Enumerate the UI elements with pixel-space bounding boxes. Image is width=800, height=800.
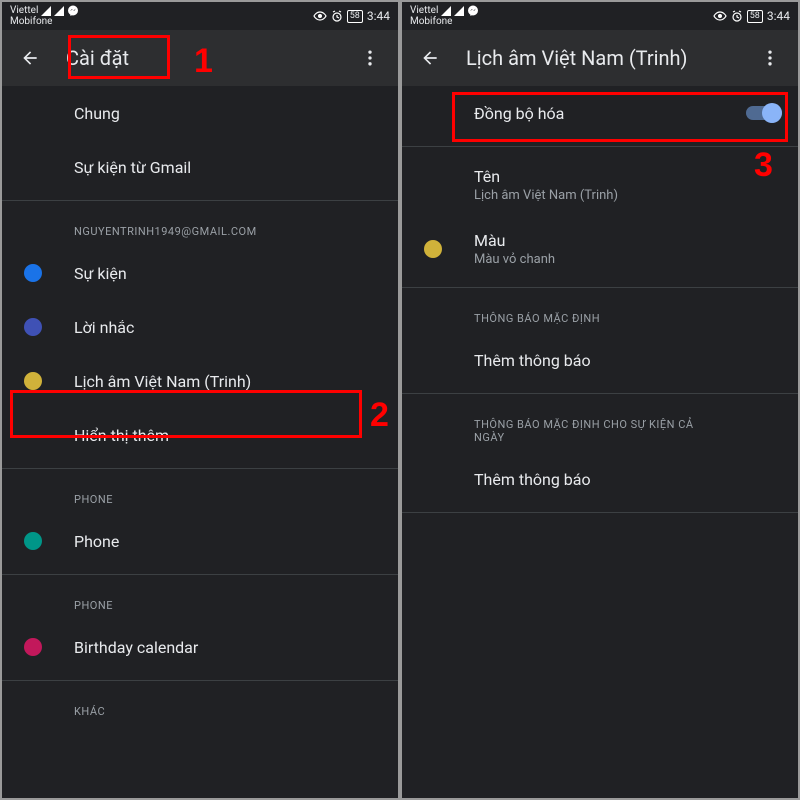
item-label: Birthday calendar [74, 638, 382, 657]
item-label: Thêm thông báo [474, 351, 782, 370]
divider [2, 680, 398, 681]
section-header-phone: PHONE [2, 475, 398, 514]
section-header-account: NGUYENTRINH1949@GMAIL.COM [2, 207, 398, 246]
item-sync[interactable]: Đồng bộ hóa [402, 86, 798, 140]
messenger-icon [467, 5, 479, 17]
item-events[interactable]: Sự kiện [2, 246, 398, 300]
alarm-icon [331, 10, 343, 22]
more-button[interactable] [750, 38, 790, 78]
clock-label: 3:44 [367, 9, 390, 23]
divider [402, 146, 798, 147]
battery-icon: 58 [747, 10, 763, 23]
right-screenshot: Viettel Mobifone 58 3:44 [402, 2, 798, 798]
item-label: Màu [474, 231, 782, 250]
status-bar: Viettel Mobifone 58 3:44 [2, 2, 398, 30]
battery-icon: 58 [347, 10, 363, 23]
item-label: Lời nhắc [74, 318, 382, 337]
item-name[interactable]: Tên Lịch âm Việt Nam (Trinh) [402, 153, 798, 217]
item-birthday-calendar[interactable]: Birthday calendar [2, 620, 398, 674]
messenger-icon [67, 5, 79, 17]
left-screenshot: Viettel Mobifone 58 3:44 [2, 2, 398, 798]
app-bar: Cài đặt [2, 30, 398, 86]
item-gmail-events[interactable]: Sự kiện từ Gmail [2, 140, 398, 194]
settings-list: Chung Sự kiện từ Gmail NGUYENTRINH1949@G… [2, 86, 398, 798]
item-label: Sự kiện [74, 264, 382, 283]
sync-toggle[interactable] [746, 103, 782, 123]
item-sublabel: Lịch âm Việt Nam (Trinh) [474, 188, 782, 203]
carrier-label: Viettel [410, 6, 438, 16]
section-header-allday-notif: THÔNG BÁO MẶC ĐỊNH CHO SỰ KIỆN CẢ NGÀY [402, 400, 798, 452]
signal-icon [454, 6, 464, 16]
item-label: Chung [74, 104, 382, 123]
item-vietnam-lunar[interactable]: Lịch âm Việt Nam (Trinh) [2, 354, 398, 408]
divider [2, 574, 398, 575]
item-add-notification[interactable]: Thêm thông báo [402, 333, 798, 387]
signal-icon [441, 6, 451, 16]
status-bar: Viettel Mobifone 58 3:44 [402, 2, 798, 30]
carrier-label-2: Mobifone [10, 17, 53, 27]
calendar-settings-list: Đồng bộ hóa Tên Lịch âm Việt Nam (Trinh)… [402, 86, 798, 798]
divider [402, 287, 798, 288]
back-button[interactable] [410, 38, 450, 78]
page-title: Lịch âm Việt Nam (Trinh) [466, 46, 734, 70]
color-dot [24, 372, 42, 390]
item-label: Thêm thông báo [474, 470, 782, 489]
page-title: Cài đặt [66, 46, 334, 70]
signal-icon [41, 6, 51, 16]
item-phone-calendar[interactable]: Phone [2, 514, 398, 568]
app-bar: Lịch âm Việt Nam (Trinh) [402, 30, 798, 86]
signal-icon [54, 6, 64, 16]
item-show-more[interactable]: Hiển thị thêm [2, 408, 398, 462]
carrier-label-2: Mobifone [410, 17, 453, 27]
item-label: Sự kiện từ Gmail [74, 158, 382, 177]
color-dot [24, 264, 42, 282]
more-button[interactable] [350, 38, 390, 78]
color-dot [424, 240, 442, 258]
divider [2, 200, 398, 201]
eye-icon [313, 11, 327, 21]
section-header-default-notif: THÔNG BÁO MẶC ĐỊNH [402, 294, 798, 333]
color-dot [24, 318, 42, 336]
divider [402, 512, 798, 513]
item-label: Hiển thị thêm [74, 426, 382, 445]
item-add-notification-allday[interactable]: Thêm thông báo [402, 452, 798, 506]
back-button[interactable] [10, 38, 50, 78]
item-reminders[interactable]: Lời nhắc [2, 300, 398, 354]
item-label: Tên [474, 167, 782, 186]
eye-icon [713, 11, 727, 21]
item-label: Phone [74, 532, 382, 551]
carrier-label: Viettel [10, 6, 38, 16]
clock-label: 3:44 [767, 9, 790, 23]
section-header-phone-2: PHONE [2, 581, 398, 620]
item-label: Đồng bộ hóa [474, 104, 746, 123]
item-label: Lịch âm Việt Nam (Trinh) [74, 372, 382, 391]
alarm-icon [731, 10, 743, 22]
section-header-other: KHÁC [2, 687, 398, 726]
item-color[interactable]: Màu Màu vỏ chanh [402, 217, 798, 281]
divider [2, 468, 398, 469]
item-general[interactable]: Chung [2, 86, 398, 140]
color-dot [24, 638, 42, 656]
color-dot [24, 532, 42, 550]
item-sublabel: Màu vỏ chanh [474, 252, 782, 267]
divider [402, 393, 798, 394]
